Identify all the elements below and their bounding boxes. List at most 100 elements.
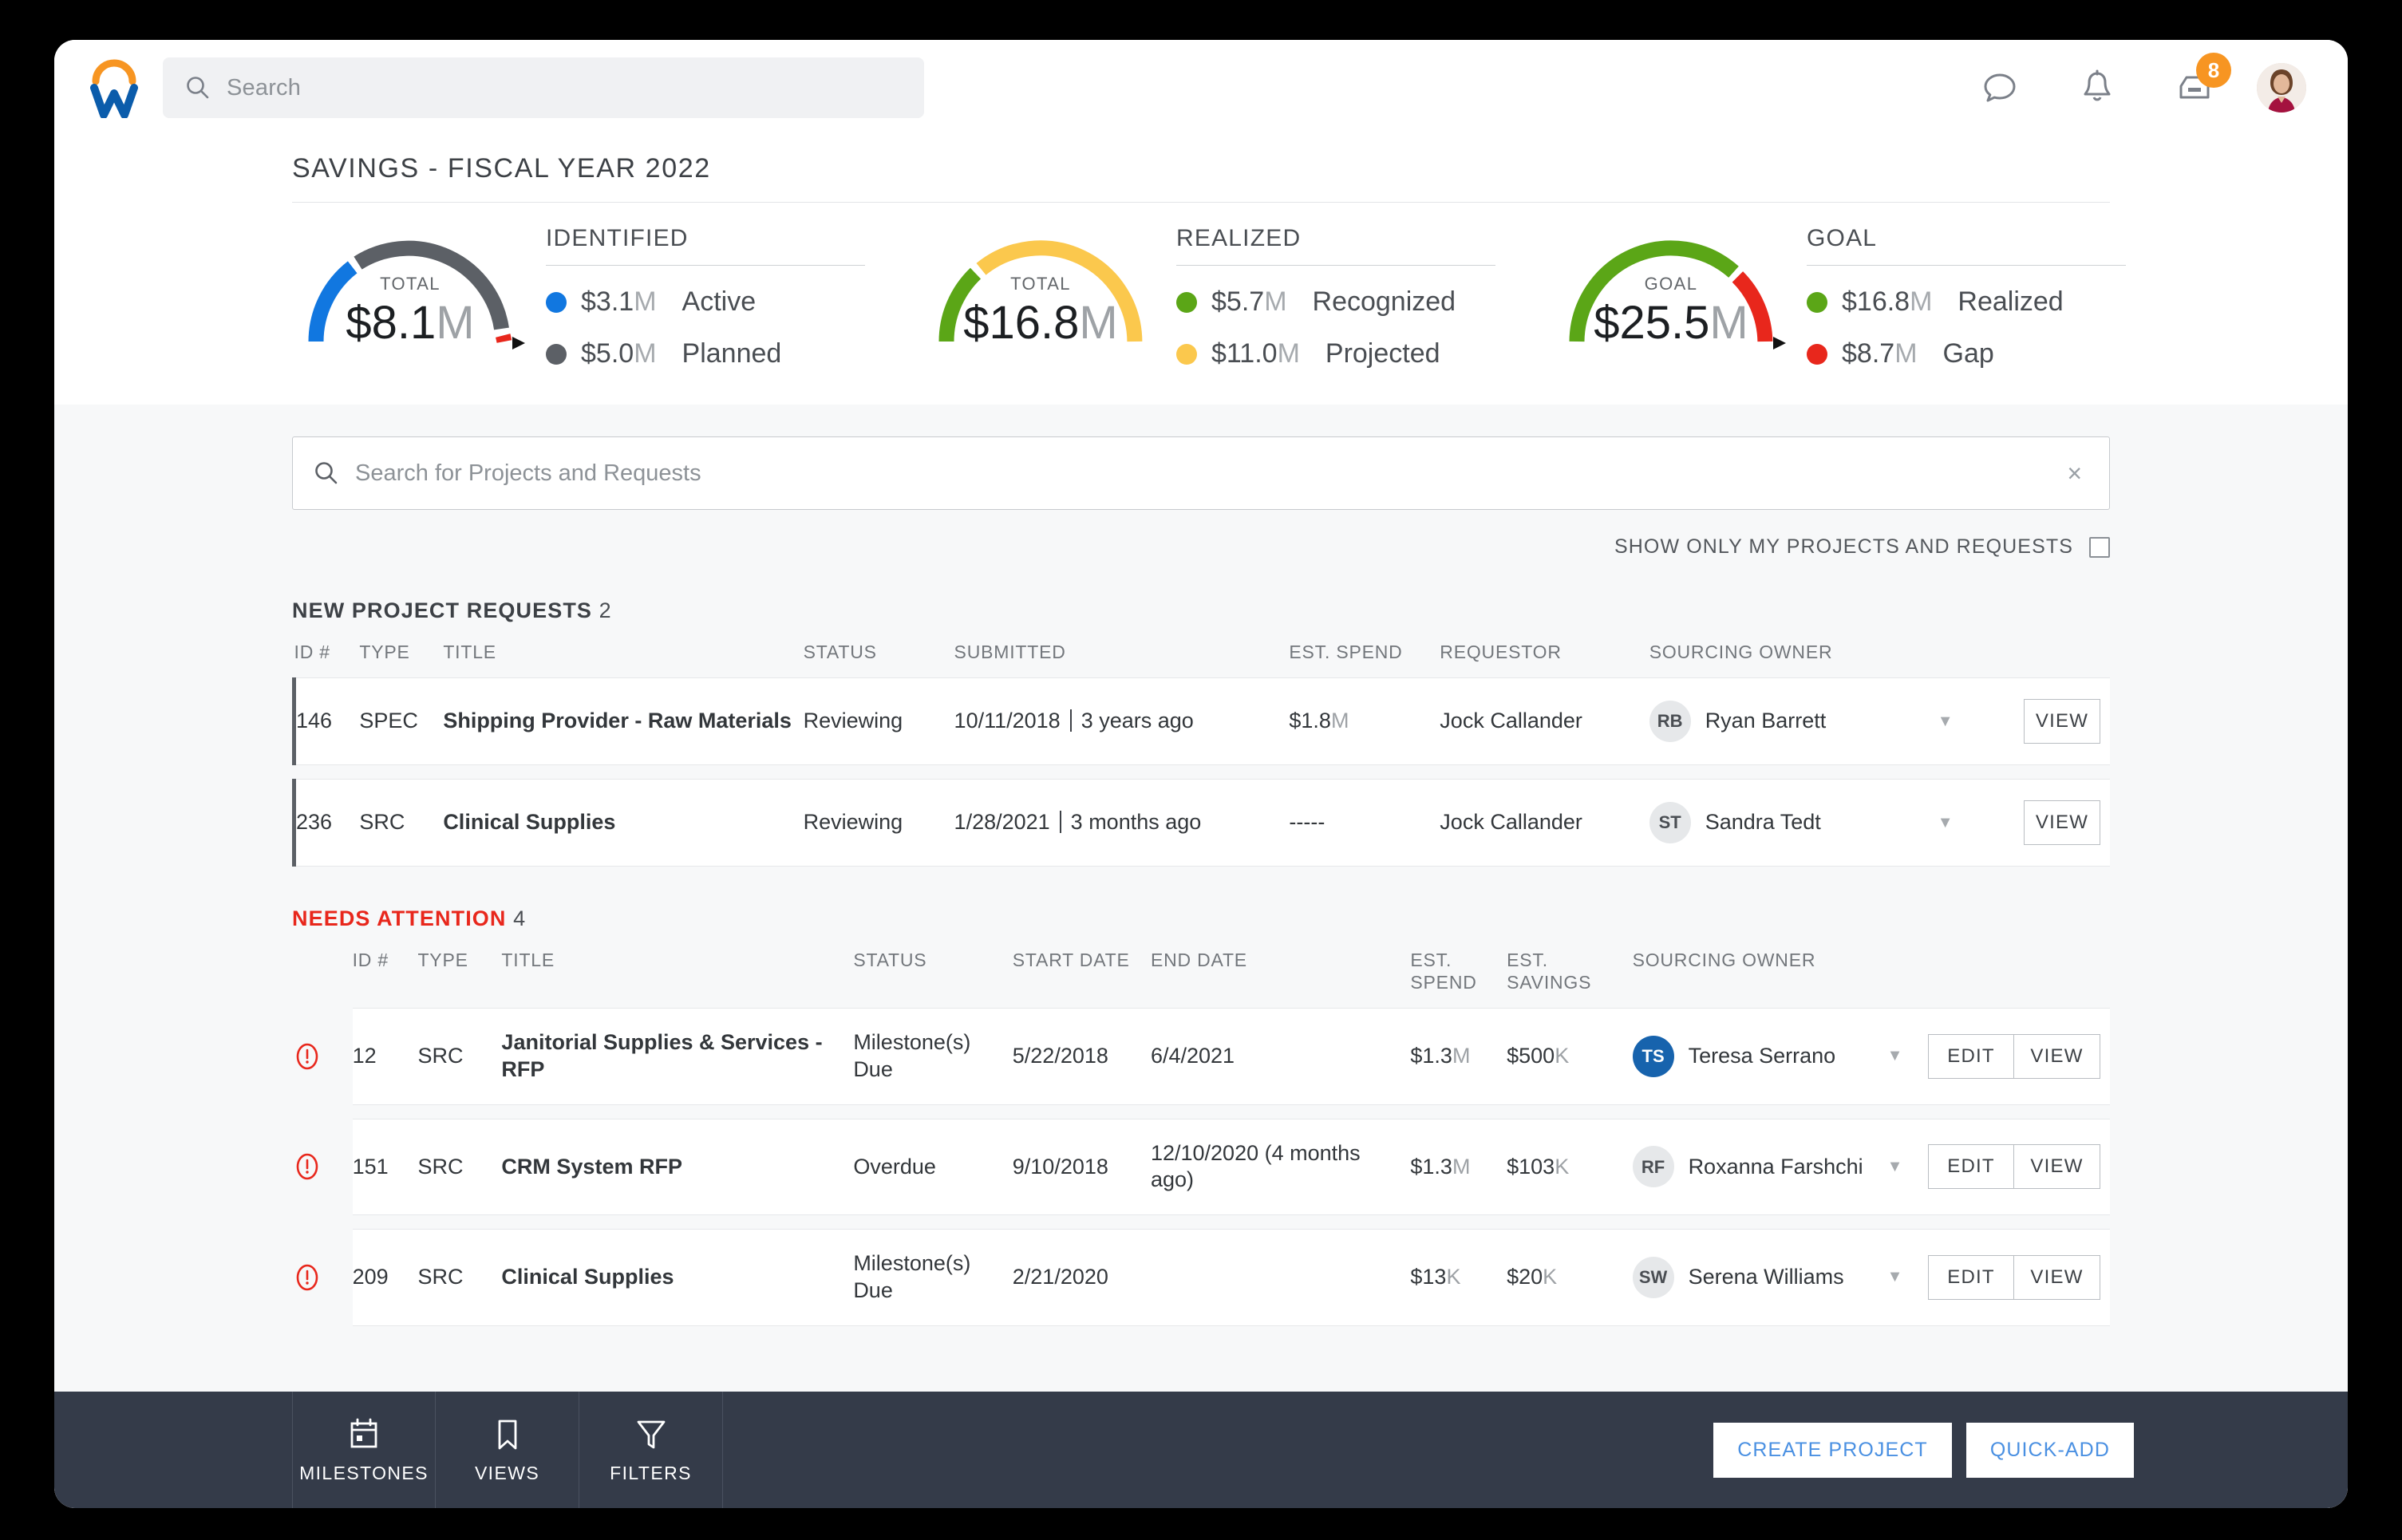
cell-status: Reviewing	[803, 677, 954, 766]
gauge-identified-center: TOTAL $8.1M	[292, 274, 528, 349]
views-button[interactable]: VIEWS	[436, 1392, 579, 1508]
col-sourcing-owner: SOURCING OWNER	[1649, 642, 1833, 662]
cell-id: 146	[292, 677, 360, 766]
cell-sourcing-owner: RF Roxanna Farshchi ▼	[1632, 1118, 1918, 1216]
cell-title[interactable]: Janitorial Supplies & Services - RFP	[501, 1008, 854, 1105]
project-search-input[interactable]: Search for Projects and Requests ×	[292, 436, 2110, 510]
table-header-row: ID # TYPE TITLE STATUS SUBMITTED EST. SP…	[294, 623, 2111, 678]
view-button[interactable]: VIEW	[2024, 699, 2100, 744]
table-row[interactable]: 12 SRC Janitorial Supplies & Services - …	[292, 1008, 2110, 1105]
cell-submitted: 10/11/2018 3 years ago	[954, 677, 1290, 766]
cell-title[interactable]: Clinical Supplies	[501, 1229, 854, 1326]
milestones-button[interactable]: MILESTONES	[292, 1392, 436, 1508]
global-search-input[interactable]: Search	[163, 57, 924, 118]
col-id: ID #	[294, 642, 330, 662]
calendar-icon	[350, 1418, 377, 1447]
row-spacer	[294, 764, 2110, 780]
clear-search-icon[interactable]: ×	[2060, 459, 2088, 488]
chevron-down-icon[interactable]: ▼	[1938, 712, 1958, 732]
cell-est-savings: $500K	[1507, 1008, 1633, 1105]
gauge-goal: GOAL $25.5M GOAL $16.8M Realized $8.7M G…	[1553, 212, 2175, 369]
gauge-center-value: $25.5M	[1594, 297, 1748, 349]
inbox-icon[interactable]: 8	[2174, 53, 2231, 109]
table-row[interactable]: 146 SPEC Shipping Provider - Raw Materia…	[292, 677, 2110, 766]
show-only-my-projects-toggle[interactable]: SHOW ONLY MY PROJECTS AND REQUESTS	[292, 535, 2110, 559]
quick-add-button[interactable]: QUICK-ADD	[1965, 1422, 2134, 1478]
edit-button[interactable]: EDIT	[1928, 1144, 2014, 1190]
savings-summary-panel: SAVINGS - FISCAL YEAR 2022 TOTAL $8.1M I…	[54, 136, 2348, 405]
view-button[interactable]: VIEW	[2014, 1254, 2100, 1300]
filters-button[interactable]: FILTERS	[579, 1392, 723, 1508]
chevron-down-icon[interactable]: ▼	[1938, 813, 1958, 833]
user-avatar[interactable]	[2257, 63, 2306, 113]
col-requestor: REQUESTOR	[1440, 642, 1562, 662]
table-row[interactable]: 151 SRC CRM System RFP Overdue 9/10/2018…	[292, 1118, 2110, 1216]
gauge-realized-chart: TOTAL $16.8M	[922, 212, 1159, 354]
cell-est-spend: $1.3M	[1410, 1008, 1507, 1105]
table-row[interactable]: 209 SRC Clinical Supplies Milestone(s) D…	[292, 1229, 2110, 1326]
legend-dot-icon	[1176, 291, 1197, 313]
milestones-label: MILESTONES	[299, 1462, 429, 1483]
chevron-down-icon[interactable]: ▼	[1887, 1157, 1908, 1177]
cell-title[interactable]: CRM System RFP	[501, 1118, 854, 1216]
chat-icon[interactable]	[1979, 67, 2021, 109]
legend-item: $16.8M Realized	[1807, 286, 2175, 318]
cell-est-savings: $103K	[1507, 1118, 1633, 1216]
legend-item: $5.0M Planned	[546, 338, 922, 369]
legend-item: $11.0M Projected	[1176, 338, 1553, 369]
gauge-center-label: GOAL	[1644, 274, 1698, 294]
cell-actions: EDIT VIEW	[1917, 1229, 2110, 1326]
owner-name: Roxanna Farshchi	[1688, 1154, 1863, 1179]
show-only-my-projects-checkbox[interactable]	[2089, 536, 2110, 558]
cell-start-date: 9/10/2018	[1012, 1118, 1151, 1216]
col-est-spend: EST. SPEND	[1289, 642, 1403, 662]
legend-amount: $5.7M	[1211, 286, 1287, 317]
col-title: TITLE	[501, 950, 555, 971]
chevron-down-icon[interactable]: ▼	[1887, 1267, 1908, 1287]
edit-button[interactable]: EDIT	[1928, 1033, 2014, 1079]
cell-title[interactable]: Shipping Provider - Raw Materials	[443, 677, 804, 766]
cell-requestor: Jock Callander	[1440, 779, 1649, 867]
bell-icon[interactable]	[2076, 67, 2118, 109]
bottom-toolbar: MILESTONES VIEWS FILTERS CREATE PROJECT …	[54, 1392, 2348, 1508]
projects-pane: Search for Projects and Requests × SHOW …	[54, 405, 2348, 1508]
col-sourcing-owner: SOURCING OWNER	[1632, 950, 1816, 971]
edit-button[interactable]: EDIT	[1928, 1254, 2014, 1300]
new-project-requests-title: NEW PROJECT REQUESTS	[292, 598, 593, 622]
legend-divider	[546, 265, 865, 266]
cell-type: SPEC	[359, 677, 444, 766]
legend-label: Projected	[1325, 338, 1440, 369]
view-button[interactable]: VIEW	[2014, 1033, 2100, 1079]
legend-dot-icon	[1176, 343, 1197, 365]
global-header: Search 8	[54, 40, 2348, 136]
workday-logo[interactable]	[88, 57, 140, 119]
cell-end-date: 12/10/2020 (4 months ago)	[1150, 1118, 1411, 1216]
show-only-my-projects-label: SHOW ONLY MY PROJECTS AND REQUESTS	[1614, 535, 2073, 558]
new-project-requests-table: ID # TYPE TITLE STATUS SUBMITTED EST. SP…	[292, 623, 2110, 867]
owner-name: Serena Williams	[1688, 1265, 1844, 1289]
owner-initials-avatar: TS	[1632, 1035, 1674, 1077]
cell-est-spend: $13K	[1410, 1229, 1507, 1326]
chevron-down-icon[interactable]: ▼	[1887, 1046, 1908, 1066]
cell-alert	[292, 1119, 353, 1215]
legend-divider	[1176, 265, 1495, 266]
create-project-button[interactable]: CREATE PROJECT	[1713, 1422, 1952, 1478]
cell-start-date: 2/21/2020	[1012, 1229, 1151, 1326]
cell-est-spend: $1.8M	[1289, 677, 1440, 766]
cell-status: Milestone(s) Due	[853, 1229, 1013, 1326]
view-button[interactable]: VIEW	[2024, 800, 2100, 846]
toolbar-actions: CREATE PROJECT QUICK-ADD	[1713, 1392, 2348, 1508]
cell-id: 209	[352, 1229, 418, 1326]
application-window: Search 8 SAVINGS - FISCAL YEAR 2022 TOTA…	[54, 40, 2348, 1508]
header-actions: 8	[1979, 53, 2231, 109]
savings-title: SAVINGS - FISCAL YEAR 2022	[292, 153, 711, 184]
view-button[interactable]: VIEW	[2014, 1144, 2100, 1190]
legend-amount: $11.0M	[1211, 338, 1300, 369]
legend-dot-icon	[1807, 291, 1827, 313]
cell-sourcing-owner: ST Sandra Tedt ▼	[1649, 779, 1968, 867]
table-row[interactable]: 236 SRC Clinical Supplies Reviewing 1/28…	[292, 779, 2110, 867]
cell-status: Overdue	[853, 1118, 1013, 1216]
cell-est-spend: -----	[1289, 779, 1440, 867]
cell-title[interactable]: Clinical Supplies	[443, 779, 804, 867]
